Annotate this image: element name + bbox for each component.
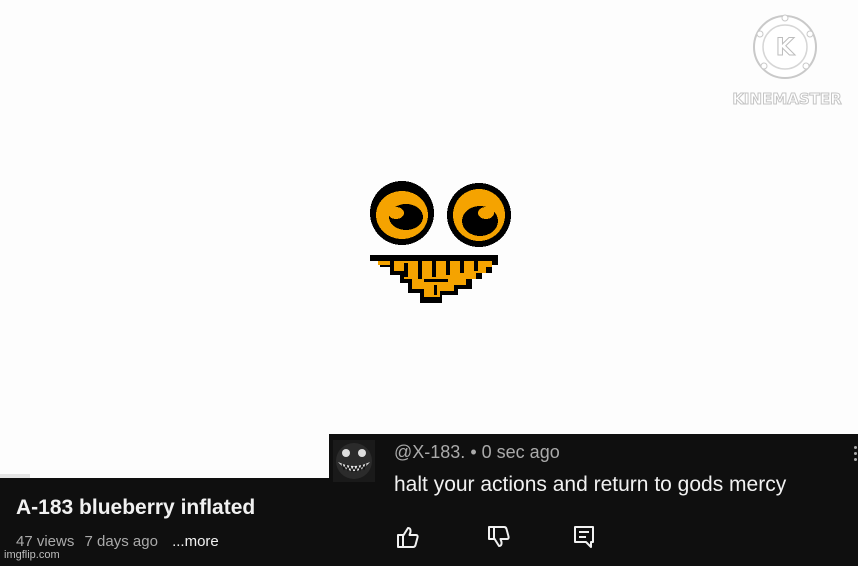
- kinemaster-wordmark: KINEMASTER: [732, 90, 842, 109]
- comment-time: 0 sec ago: [481, 442, 560, 462]
- video-info-panel: A-183 blueberry inflated 47 views 7 days…: [0, 478, 330, 566]
- thumbs-down-icon[interactable]: [486, 524, 512, 550]
- comment-text: halt your actions and return to gods mer…: [394, 473, 787, 496]
- grinning-face-image: [370, 181, 511, 303]
- view-count: 47 views: [16, 533, 75, 550]
- thumbs-up-icon[interactable]: [395, 524, 421, 550]
- comment-menu-icon[interactable]: [854, 446, 858, 466]
- comment-card: @X-183. • 0 sec ago halt your actions an…: [329, 434, 858, 566]
- kinemaster-watermark: K KINEMASTER: [727, 14, 847, 110]
- commenter-avatar[interactable]: [333, 440, 375, 482]
- video-player[interactable]: K KINEMASTER: [0, 0, 858, 476]
- imgflip-watermark: imgflip.com: [4, 549, 60, 561]
- upload-age: 7 days ago: [84, 533, 158, 550]
- comment-header: @X-183. • 0 sec ago: [394, 442, 560, 463]
- svg-text:K: K: [776, 33, 796, 61]
- reply-icon[interactable]: [571, 524, 597, 550]
- video-meta: 47 views 7 days ago ...more: [16, 533, 225, 550]
- kinemaster-logo-icon: K: [753, 14, 817, 79]
- video-title: A-183 blueberry inflated: [16, 496, 256, 519]
- commenter-handle[interactable]: @X-183.: [394, 442, 465, 462]
- header-separator: •: [470, 442, 477, 462]
- more-link[interactable]: ...more: [172, 533, 219, 550]
